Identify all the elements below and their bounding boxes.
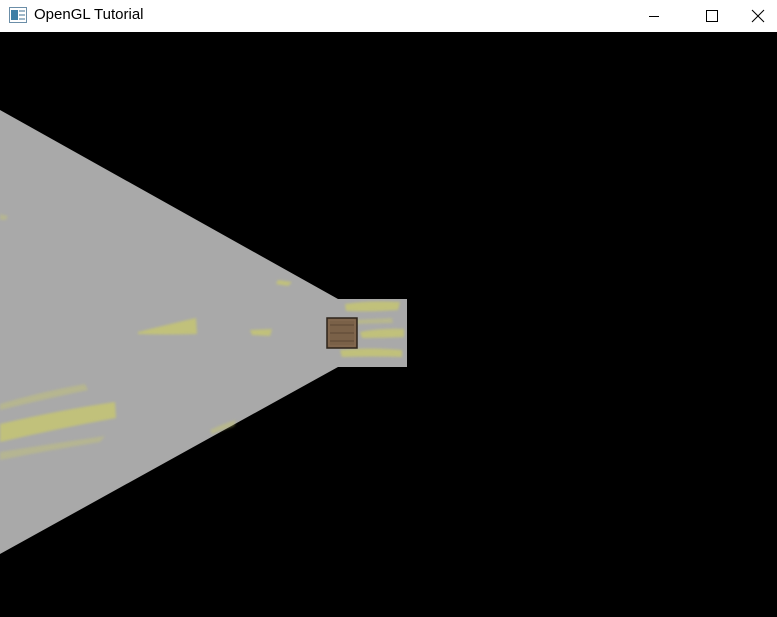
minimize-icon: [648, 10, 660, 22]
close-button[interactable]: [739, 0, 777, 32]
close-icon: [751, 9, 765, 23]
maximize-button[interactable]: [689, 0, 735, 32]
wooden-crate: [326, 317, 358, 349]
opengl-window: OpenGL Tutorial: [0, 0, 777, 617]
title-bar[interactable]: OpenGL Tutorial: [0, 0, 777, 32]
render-viewport[interactable]: [0, 32, 777, 617]
maximize-icon: [706, 10, 718, 22]
application-icon: [9, 7, 27, 23]
minimize-button[interactable]: [631, 0, 677, 32]
window-title: OpenGL Tutorial: [34, 6, 144, 23]
